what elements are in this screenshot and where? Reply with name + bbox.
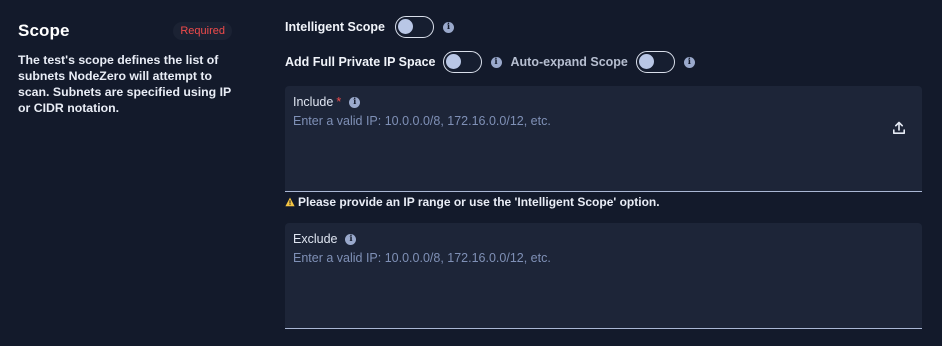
exclude-label-row: Exclude i xyxy=(293,232,357,246)
required-marker: * xyxy=(336,95,342,109)
info-icon[interactable]: i xyxy=(490,56,502,68)
toggle-knob xyxy=(638,54,654,69)
info-icon[interactable]: i xyxy=(683,56,695,68)
intelligent-scope-toggle[interactable] xyxy=(395,16,435,38)
info-icon[interactable]: i xyxy=(349,96,361,108)
full-private-ip-label: Add Full Private IP Space xyxy=(285,55,436,69)
exclude-label: Exclude xyxy=(293,232,338,246)
include-field[interactable]: Include * i Enter a valid IP: 10.0.0.0/8… xyxy=(285,86,922,192)
exclude-field[interactable]: Exclude i Enter a valid IP: 10.0.0.0/8, … xyxy=(285,223,922,329)
warning-icon xyxy=(285,197,295,207)
include-label: Include xyxy=(293,95,334,109)
include-placeholder: Enter a valid IP: 10.0.0.0/8, 172.16.0.0… xyxy=(293,114,551,128)
scope-description: The test's scope defines the list of sub… xyxy=(18,53,231,115)
include-warning: Please provide an IP range or use the 'I… xyxy=(285,195,660,209)
scope-heading-row: Scope Required xyxy=(18,18,232,44)
info-icon[interactable]: i xyxy=(443,21,455,33)
auto-expand-label: Auto-expand Scope xyxy=(510,55,628,69)
scope-title: Scope xyxy=(18,21,70,40)
warning-text: Please provide an IP range or use the 'I… xyxy=(298,195,660,209)
include-label-row: Include * i xyxy=(293,95,361,109)
required-badge: Required xyxy=(173,22,232,40)
full-private-ip-toggle[interactable] xyxy=(442,51,482,73)
toggle-knob xyxy=(398,19,414,34)
auto-expand-toggle[interactable] xyxy=(635,51,675,73)
exclude-placeholder: Enter a valid IP: 10.0.0.0/8, 172.16.0.0… xyxy=(293,251,551,265)
scope-section-header: Scope Required The test's scope defines … xyxy=(18,18,232,116)
intelligent-scope-row: Intelligent Scope i xyxy=(285,16,455,38)
intelligent-scope-label: Intelligent Scope xyxy=(285,20,386,34)
upload-icon[interactable] xyxy=(892,121,906,135)
toggle-knob xyxy=(445,54,461,69)
info-icon[interactable]: i xyxy=(345,233,357,245)
ip-space-row: Add Full Private IP Space i Auto-expand … xyxy=(285,51,695,73)
